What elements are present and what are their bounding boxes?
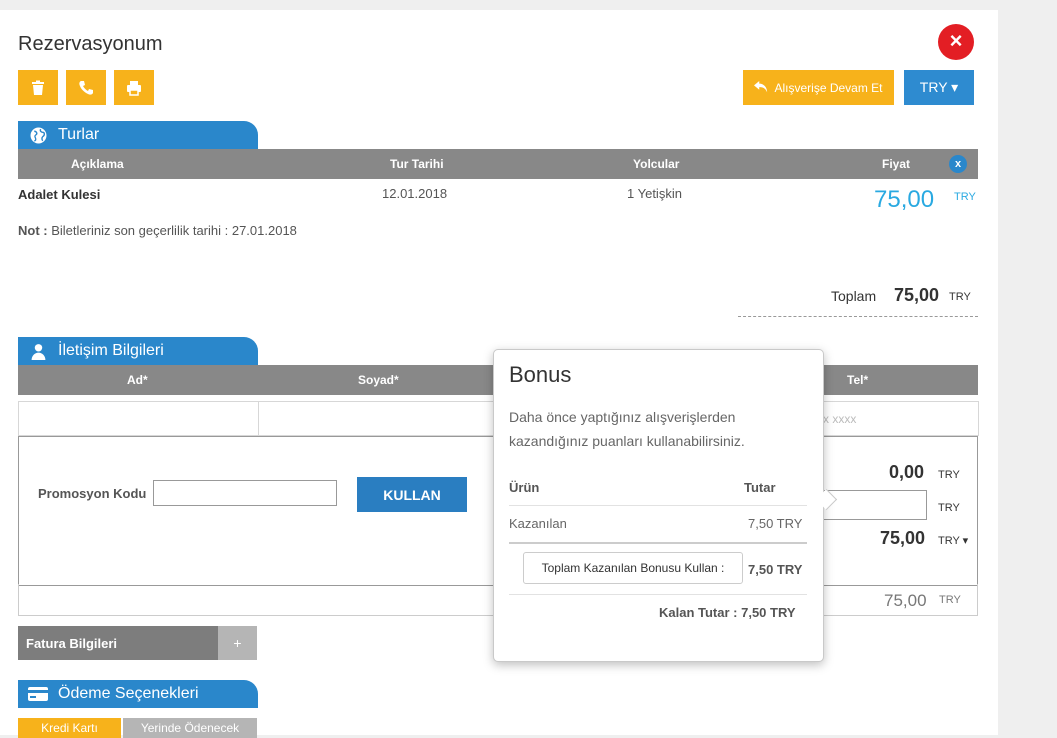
promo-label: Promosyon Kodu (38, 486, 147, 501)
call-button[interactable] (66, 70, 106, 105)
trash-icon (32, 80, 44, 95)
iletisim-section-tab: İletişim Bilgileri (18, 337, 258, 365)
bonus-currency: TRY (938, 502, 960, 514)
print-button[interactable] (114, 70, 154, 105)
promo-code-input[interactable] (153, 480, 337, 506)
printer-icon (127, 80, 141, 96)
bonus-header-divider (509, 505, 807, 506)
tour-price: 75,00 (874, 186, 935, 213)
grand-total-amount: 75,00 (884, 591, 927, 610)
bonus-col-amount: Tutar (744, 480, 776, 495)
first-name-input[interactable] (18, 401, 259, 436)
discount-amount: 0,00 (889, 462, 925, 482)
user-icon (31, 343, 45, 360)
total-label: Toplam (831, 288, 877, 304)
bonus-row-divider (509, 542, 807, 544)
col-phone: Tel* (847, 373, 869, 387)
close-button[interactable]: × (938, 24, 974, 60)
bonus-description: Daha önce yaptığınız alışverişlerden kaz… (509, 409, 745, 449)
invoice-expand-button[interactable]: + (218, 626, 257, 660)
delete-button[interactable] (18, 70, 58, 105)
tour-price-currency: TRY (954, 191, 976, 203)
continue-shopping-button[interactable]: Alışverişe Devam Et (743, 70, 894, 105)
tour-name: Adalet Kulesi (18, 187, 101, 202)
turlar-table-header: Açıklama Tur Tarihi Yolcular Fiyat (18, 149, 978, 179)
tour-date: 12.01.2018 (382, 186, 448, 201)
total-currency: TRY (949, 291, 971, 303)
bonus-remaining: Kalan Tutar : 7,50 TRY (659, 605, 796, 620)
credit-card-icon (28, 687, 48, 701)
bonus-row-value: 7,50 TRY (748, 516, 803, 531)
currency-dropdown[interactable]: TRY ▾ (904, 70, 974, 105)
bonus-row-label: Kazanılan (509, 516, 567, 531)
turlar-section-tab: Turlar (18, 121, 258, 149)
col-tour-date: Tur Tarihi (390, 157, 444, 171)
credit-card-option-label: Kredi Kartı (41, 721, 98, 735)
undo-icon (754, 80, 768, 92)
invoice-info-header[interactable]: Fatura Bilgileri (18, 626, 218, 660)
col-last-name: Soyad* (358, 373, 399, 387)
phone-placeholder: x xxxx (823, 412, 857, 426)
subtotal-amount: 75,00 (880, 528, 926, 548)
col-passengers: Yolcular (633, 157, 680, 171)
col-description: Açıklama (71, 157, 124, 171)
pay-on-site-option[interactable]: Yerinde Ödenecek (123, 718, 257, 738)
iletisim-title: İletişim Bilgileri (58, 342, 164, 359)
bonus-title: Bonus (509, 362, 572, 387)
use-total-bonus-button[interactable]: Toplam Kazanılan Bonusu Kullan : (523, 552, 743, 584)
phone-icon (79, 80, 93, 95)
odeme-title: Ödeme Seçenekleri (58, 685, 199, 702)
col-price: Fiyat (882, 157, 911, 171)
total-divider (738, 316, 978, 317)
bonus-footer-divider (509, 594, 807, 595)
globe-icon (30, 127, 46, 143)
use-bonus-value: 7,50 TRY (748, 562, 803, 577)
odeme-section-tab: Ödeme Seçenekleri (18, 680, 258, 708)
pay-on-site-option-label: Yerinde Ödenecek (140, 721, 240, 735)
note-text: Biletleriniz son geçerlilik tarihi : 27.… (47, 223, 297, 238)
remove-tour-button[interactable]: x (949, 155, 967, 173)
page-title: Rezervasyonum (18, 33, 163, 55)
col-first-name: Ad* (127, 373, 148, 387)
continue-shopping-label: Alışverişe Devam Et (774, 80, 883, 95)
credit-card-option[interactable]: Kredi Kartı (18, 718, 121, 738)
tour-note: Not : Biletleriniz son geçerlilik tarihi… (18, 223, 297, 238)
phone-input[interactable]: x xxxx (822, 401, 979, 436)
note-label: Not : (18, 223, 48, 238)
tour-passengers: 1 Yetişkin (627, 186, 682, 201)
turlar-title: Turlar (58, 126, 100, 143)
total-value: 75,00 (894, 285, 940, 305)
subtotal-currency-dropdown[interactable]: TRY ▾ (938, 534, 968, 547)
bonus-amount-input[interactable] (822, 490, 927, 520)
grand-total-currency: TRY (939, 594, 961, 606)
apply-promo-button[interactable]: KULLAN (357, 477, 467, 512)
last-name-input[interactable] (258, 401, 496, 436)
bonus-col-product: Ürün (509, 480, 540, 495)
discount-currency: TRY (938, 469, 960, 481)
